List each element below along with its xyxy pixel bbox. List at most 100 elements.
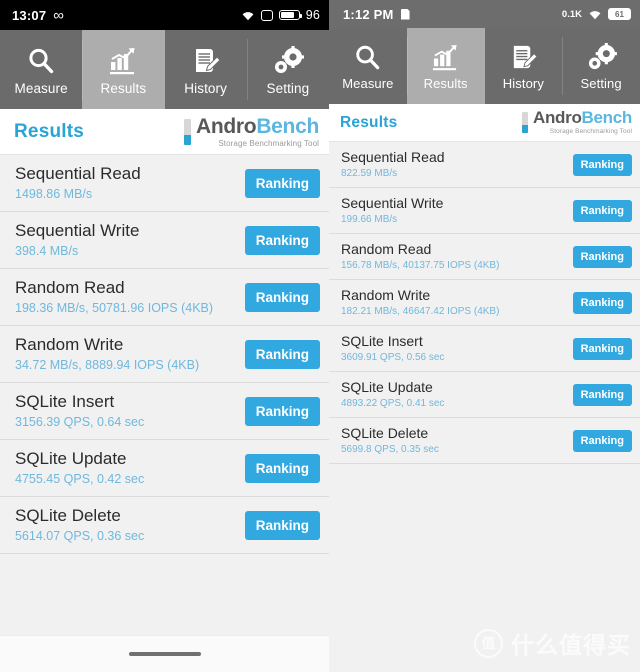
logo-text: AndroBench Storage Benchmarking Tool xyxy=(533,109,632,136)
table-row[interactable]: SQLite Insert 3156.39 QPS, 0.64 sec Rank… xyxy=(0,383,329,440)
result-name: Random Read xyxy=(341,240,432,257)
tab-measure[interactable]: Measure xyxy=(329,28,407,104)
table-row[interactable]: SQLite Update 4755.45 QPS, 0.42 sec Rank… xyxy=(0,440,329,497)
ranking-button[interactable]: Ranking xyxy=(244,282,320,312)
tab-setting-label: Setting xyxy=(580,76,622,91)
result-name: Sequential Write xyxy=(341,194,444,211)
ranking-button[interactable]: Ranking xyxy=(244,510,320,540)
logo-bench: Bench xyxy=(256,114,319,138)
document-icon xyxy=(400,8,410,20)
result-name: Random Write xyxy=(341,286,431,303)
result-value: 5699.8 QPS, 0.35 sec xyxy=(341,444,439,456)
wifi-icon xyxy=(588,9,602,20)
tab-results-label: Results xyxy=(423,76,468,91)
left-tab-bar: Measure Results History Setting xyxy=(0,30,329,109)
ranking-button[interactable]: Ranking xyxy=(572,291,632,314)
data-rate-label: 0.1K xyxy=(561,8,582,20)
right-tab-bar: Measure Results History Setting xyxy=(329,28,640,104)
ranking-button[interactable]: Ranking xyxy=(572,337,632,360)
right-results-list: Sequential Read 822.59 MB/s Ranking Sequ… xyxy=(329,142,640,464)
ranking-button[interactable]: Ranking xyxy=(244,396,320,426)
table-row[interactable]: Sequential Write 199.66 MB/s Ranking xyxy=(329,188,640,234)
ranking-button[interactable]: Ranking xyxy=(572,153,632,176)
ranking-button[interactable]: Ranking xyxy=(572,199,632,222)
androbench-logo: AndroBench Storage Benchmarking Tool xyxy=(521,109,632,136)
row-texts: Sequential Read 1498.86 MB/s xyxy=(15,164,141,203)
result-value: 198.36 MB/s, 50781.96 IOPS (4KB) xyxy=(15,301,214,316)
result-name: SQLite Delete xyxy=(15,505,121,525)
document-pencil-icon xyxy=(191,44,221,78)
tab-history[interactable]: History xyxy=(165,30,247,109)
bar-chart-icon xyxy=(431,41,460,73)
table-row[interactable]: SQLite Delete 5699.8 QPS, 0.35 sec Ranki… xyxy=(329,418,640,464)
battery-level-label: 61 xyxy=(615,9,624,19)
table-row[interactable]: Random Write 34.72 MB/s, 8889.94 IOPS (4… xyxy=(0,326,329,383)
right-app-header: Results AndroBench Storage Benchmarking … xyxy=(329,104,640,142)
result-value: 398.4 MB/s xyxy=(15,244,79,259)
right-list-empty-space xyxy=(329,464,640,672)
tab-history-label: History xyxy=(502,76,544,91)
result-name: SQLite Update xyxy=(15,448,127,468)
document-pencil-icon xyxy=(509,41,538,73)
left-results-list: Sequential Read 1498.86 MB/s Ranking Seq… xyxy=(0,155,329,554)
result-name: Sequential Read xyxy=(15,163,141,183)
logo-andro: Andro xyxy=(532,108,582,128)
left-status-bar: 13:07 ∞ 96 xyxy=(0,0,329,30)
row-texts: SQLite Update 4755.45 QPS, 0.42 sec xyxy=(15,449,144,488)
wifi-icon xyxy=(241,10,255,21)
tab-measure[interactable]: Measure xyxy=(0,30,82,109)
left-app-header: Results AndroBench Storage Benchmarking … xyxy=(0,109,329,155)
table-row[interactable]: Sequential Read 1498.86 MB/s Ranking xyxy=(0,155,329,212)
magnifier-icon xyxy=(353,41,382,73)
logo-mark-icon xyxy=(521,112,528,133)
page-title: Results xyxy=(340,113,398,131)
logo-name: AndroBench xyxy=(196,116,319,137)
result-name: Random Read xyxy=(15,277,125,297)
ranking-button[interactable]: Ranking xyxy=(572,383,632,406)
row-texts: Random Read 156.78 MB/s, 40137.75 IOPS (… xyxy=(341,241,499,272)
result-value: 4893.22 QPS, 0.41 sec xyxy=(341,398,445,410)
row-texts: Sequential Write 199.66 MB/s xyxy=(341,195,443,226)
logo-text: AndroBench Storage Benchmarking Tool xyxy=(196,116,319,148)
ranking-button[interactable]: Ranking xyxy=(244,453,320,483)
logo-andro: Andro xyxy=(195,114,257,138)
ranking-button[interactable]: Ranking xyxy=(244,339,320,369)
tab-setting[interactable]: Setting xyxy=(246,30,329,109)
ranking-button[interactable]: Ranking xyxy=(572,245,632,268)
result-value: 5614.07 QPS, 0.36 sec xyxy=(15,529,145,544)
result-value: 3609.91 QPS, 0.56 sec xyxy=(341,352,445,364)
bar-chart-icon xyxy=(108,44,138,78)
table-row[interactable]: Sequential Read 822.59 MB/s Ranking xyxy=(329,142,640,188)
status-time: 1:12 PM xyxy=(343,6,394,22)
ranking-button[interactable]: Ranking xyxy=(244,225,320,255)
tab-results[interactable]: Results xyxy=(406,28,485,104)
battery-level-label: 96 xyxy=(305,8,320,22)
result-value: 3156.39 QPS, 0.64 sec xyxy=(15,415,145,430)
result-name: Sequential Write xyxy=(15,220,140,240)
result-value: 156.78 MB/s, 40137.75 IOPS (4KB) xyxy=(341,260,500,272)
row-texts: SQLite Delete 5699.8 QPS, 0.35 sec xyxy=(341,425,439,456)
table-row[interactable]: Random Write 182.21 MB/s, 46647.42 IOPS … xyxy=(329,280,640,326)
home-indicator[interactable] xyxy=(128,652,201,656)
tab-history[interactable]: History xyxy=(485,28,563,104)
table-row[interactable]: SQLite Update 4893.22 QPS, 0.41 sec Rank… xyxy=(329,372,640,418)
ranking-button[interactable]: Ranking xyxy=(572,429,632,452)
table-row[interactable]: Random Read 156.78 MB/s, 40137.75 IOPS (… xyxy=(329,234,640,280)
result-name: SQLite Update xyxy=(341,378,433,395)
result-value: 1498.86 MB/s xyxy=(15,187,93,202)
result-name: SQLite Insert xyxy=(341,332,423,349)
left-navigation-bar xyxy=(0,635,329,672)
tab-results[interactable]: Results xyxy=(82,30,165,109)
tab-setting[interactable]: Setting xyxy=(562,28,640,104)
androbench-logo: AndroBench Storage Benchmarking Tool xyxy=(183,116,319,148)
row-texts: Random Write 182.21 MB/s, 46647.42 IOPS … xyxy=(341,287,499,318)
table-row[interactable]: SQLite Insert 3609.91 QPS, 0.56 sec Rank… xyxy=(329,326,640,372)
table-row[interactable]: Sequential Write 398.4 MB/s Ranking xyxy=(0,212,329,269)
magnifier-icon xyxy=(26,44,56,78)
gears-icon xyxy=(272,44,304,78)
table-row[interactable]: SQLite Delete 5614.07 QPS, 0.36 sec Rank… xyxy=(0,497,329,554)
ranking-button[interactable]: Ranking xyxy=(244,168,320,198)
table-row[interactable]: Random Read 198.36 MB/s, 50781.96 IOPS (… xyxy=(0,269,329,326)
tab-history-label: History xyxy=(184,80,227,96)
result-value: 4755.45 QPS, 0.42 sec xyxy=(15,472,145,487)
